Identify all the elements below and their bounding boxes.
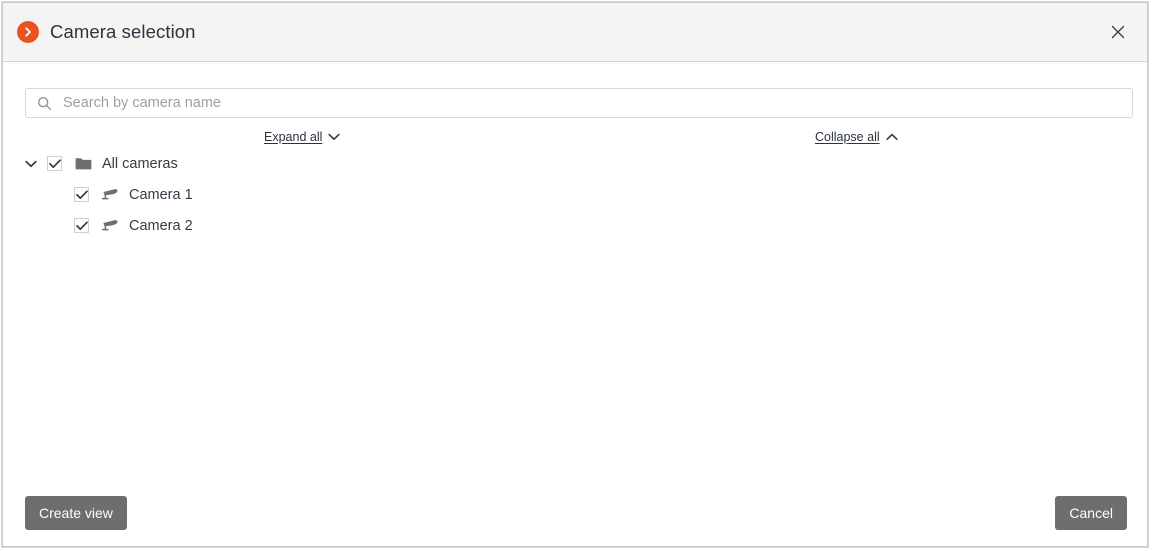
camera-icon (101, 186, 119, 204)
chevron-down-icon[interactable] (21, 154, 41, 174)
checkbox-camera-1[interactable] (74, 187, 89, 202)
tree-node-label: Camera 2 (129, 217, 193, 234)
close-button[interactable] (1099, 13, 1137, 51)
expand-all-link[interactable]: Expand all (264, 129, 340, 144)
checkbox-camera-2[interactable] (74, 218, 89, 233)
tree-node-label: All cameras (102, 155, 178, 172)
chevron-up-icon (886, 129, 898, 144)
checkbox-all-cameras[interactable] (47, 156, 62, 171)
tree-row[interactable]: Camera 1 (21, 179, 1121, 210)
collapse-all-label: Collapse all (815, 129, 880, 144)
collapse-all-link[interactable]: Collapse all (815, 129, 898, 144)
create-view-button[interactable]: Create view (25, 496, 127, 530)
chevron-right-circle-icon (17, 21, 39, 43)
tree-row[interactable]: All cameras (21, 148, 1121, 179)
page-title: Camera selection (50, 21, 196, 42)
dialog-titlebar: Camera selection (3, 3, 1147, 62)
chevron-down-icon (328, 129, 340, 144)
tree-row[interactable]: Camera 2 (21, 210, 1121, 241)
camera-selection-dialog: Camera selection Expand all (2, 2, 1148, 547)
tree-node-label: Camera 1 (129, 186, 193, 203)
expand-all-label: Expand all (264, 129, 323, 144)
close-icon (1111, 25, 1125, 39)
camera-tree: All cameras Camera 1 Camera 2 (21, 148, 1121, 241)
search-field[interactable] (25, 88, 1133, 118)
cancel-button[interactable]: Cancel (1055, 496, 1127, 530)
dialog-body: Expand all Collapse all (3, 62, 1147, 546)
search-input[interactable] (63, 90, 1132, 116)
search-icon (37, 96, 52, 111)
folder-icon (74, 155, 92, 173)
tree-controls: Expand all Collapse all (25, 129, 1133, 149)
camera-icon (101, 217, 119, 235)
